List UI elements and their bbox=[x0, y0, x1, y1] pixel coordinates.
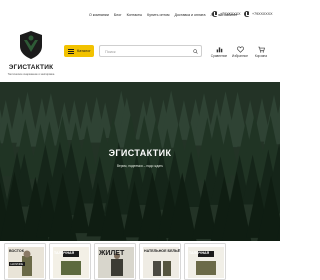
cart-button[interactable]: Корзина bbox=[251, 46, 271, 58]
search-box bbox=[99, 45, 202, 57]
nav-link-delivery[interactable]: Доставка и оплата bbox=[175, 13, 206, 17]
shield-emblem-icon bbox=[20, 31, 42, 59]
hero-banner: ЭГИСТАКТИК Верим, надеемся – надо ждать bbox=[0, 82, 280, 241]
menu-icon bbox=[68, 48, 74, 54]
brand-tagline: Тактическое снаряжение и экипировка bbox=[7, 73, 55, 76]
hero-subtitle: Верим, надеемся – надо ждать bbox=[116, 164, 164, 168]
heart-icon bbox=[236, 46, 244, 53]
phone-number: +79XXXXXX bbox=[252, 12, 273, 16]
card-strip: НАЛИЧИЕ bbox=[9, 262, 25, 266]
search-input[interactable] bbox=[105, 49, 191, 55]
compare-label: Сравнение bbox=[210, 54, 228, 58]
nav-link-contacts[interactable]: Контакты bbox=[127, 13, 143, 17]
cart-icon bbox=[257, 46, 265, 53]
bar-chart-icon bbox=[216, 47, 222, 53]
catalog-button[interactable]: Каталог bbox=[64, 45, 94, 57]
category-card[interactable]: ТАЛОЧНАЯ bbox=[49, 243, 91, 280]
site-header: ЭГИСТАКТИК Тактическое снаряжение и экип… bbox=[0, 26, 280, 82]
compare-button[interactable]: Сравнение bbox=[209, 46, 229, 58]
card-caption: НАТЕЛЬНОЕ БЕЛЬЁ bbox=[144, 249, 180, 253]
site-logo[interactable]: ЭГИСТАКТИК Тактическое снаряжение и экип… bbox=[6, 28, 56, 82]
category-card[interactable]: НАТЕЛЬНОЕ БЕЛЬЁ bbox=[139, 243, 181, 280]
category-card[interactable]: ТАЛОЧНАЯ bbox=[184, 243, 226, 280]
card-caption: ТАЛОЧНАЯ bbox=[54, 251, 75, 255]
category-cards: ВОСТОК НАЛИЧИЕ ТАЛОЧНАЯ ЖИЛЕТ НАТЕЛЬНОЕ … bbox=[4, 243, 226, 280]
hero-title: ЭГИСТАКТИК bbox=[108, 148, 172, 158]
category-card[interactable]: ВОСТОК НАЛИЧИЕ bbox=[4, 243, 46, 280]
nav-link-blog[interactable]: Блог bbox=[114, 13, 122, 17]
phone-number: +79XXXXXX bbox=[220, 12, 241, 16]
cart-label: Корзина bbox=[254, 54, 268, 58]
phone-link-2[interactable]: +79XXXXXX bbox=[244, 11, 272, 17]
category-card[interactable]: ЖИЛЕТ bbox=[94, 243, 136, 280]
phone-link-1[interactable]: +79XXXXXX bbox=[212, 11, 240, 17]
forest-background-image bbox=[0, 82, 280, 241]
search-icon[interactable] bbox=[193, 49, 198, 54]
phone-icon bbox=[212, 11, 219, 17]
phone-icon bbox=[244, 11, 251, 17]
nav-link-wholesale[interactable]: Купить оптом bbox=[147, 13, 169, 17]
catalog-label: Каталог bbox=[77, 49, 91, 53]
brand-name: ЭГИСТАКТИК bbox=[8, 64, 54, 71]
favorites-label: Избранное bbox=[231, 54, 249, 58]
favorites-button[interactable]: Избранное bbox=[230, 46, 250, 58]
card-caption: ВОСТОК bbox=[9, 249, 24, 253]
card-caption: ТАЛОЧНАЯ bbox=[189, 251, 210, 255]
nav-link-about[interactable]: О компании bbox=[89, 13, 109, 17]
card-caption: ЖИЛЕТ bbox=[99, 250, 125, 257]
